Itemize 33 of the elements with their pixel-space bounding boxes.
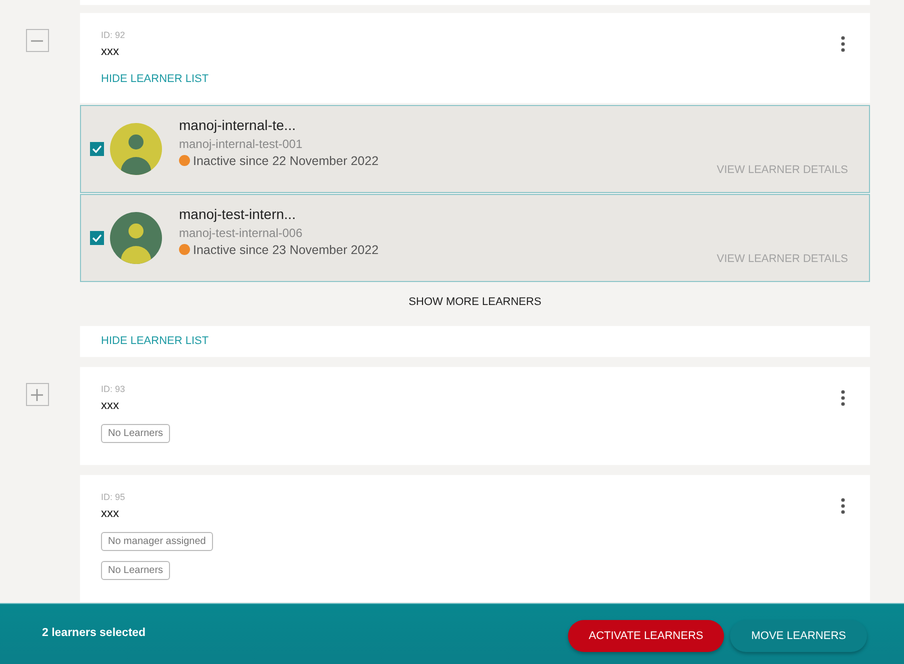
checkbox[interactable] [90, 142, 104, 156]
learner-status: Inactive since 23 November 2022 [193, 242, 379, 256]
learner-status: Inactive since 22 November 2022 [193, 154, 379, 168]
learner-username: manoj-internal-test-001 [179, 136, 304, 150]
group-name: xxx [101, 506, 120, 520]
collapse-button[interactable] [26, 29, 48, 52]
status-tag: No Learners [101, 561, 170, 580]
more-options-icon[interactable] [840, 498, 846, 514]
learner-row[interactable]: manoj-internal-te... manoj-internal-test-001 Inactive since 22 November 2022 VIEW LEARNER DETAILS [80, 105, 870, 193]
selection-count: 2 learners selected [42, 627, 146, 639]
show-more-button[interactable]: SHOW MORE LEARNERS [404, 294, 546, 310]
learner-name: manoj-internal-te... [179, 116, 297, 132]
expand-button[interactable] [26, 383, 48, 406]
group-id: ID: 93 [101, 384, 126, 394]
status-tag: No Learners [101, 424, 170, 443]
move-button[interactable]: MOVE LEARNERS [730, 620, 867, 652]
group-name: xxx [101, 398, 120, 412]
learner-name: manoj-test-intern... [179, 206, 297, 222]
more-options-icon[interactable] [840, 36, 846, 52]
learner-username: manoj-test-internal-006 [179, 226, 304, 240]
hide-learner-list-link[interactable]: HIDE LEARNER LIST [101, 73, 209, 85]
status-dot-icon [179, 155, 190, 166]
group-name: xxx [101, 44, 120, 58]
activate-button[interactable]: ACTIVATE LEARNERS [568, 620, 724, 652]
plus-icon [31, 388, 43, 400]
status-tag: No manager assigned [101, 532, 213, 551]
hide-learner-list-link[interactable]: HIDE LEARNER LIST [101, 335, 209, 347]
status-dot-icon [179, 244, 190, 255]
more-options-icon[interactable] [840, 390, 846, 406]
checkbox[interactable] [90, 231, 104, 245]
group-id: ID: 95 [101, 492, 126, 502]
learner-row[interactable]: manoj-test-intern... manoj-test-internal-006 Inactive since 23 November 2022 VIEW LEARNER DETAILS [80, 194, 870, 282]
group-id: ID: 92 [101, 30, 126, 40]
